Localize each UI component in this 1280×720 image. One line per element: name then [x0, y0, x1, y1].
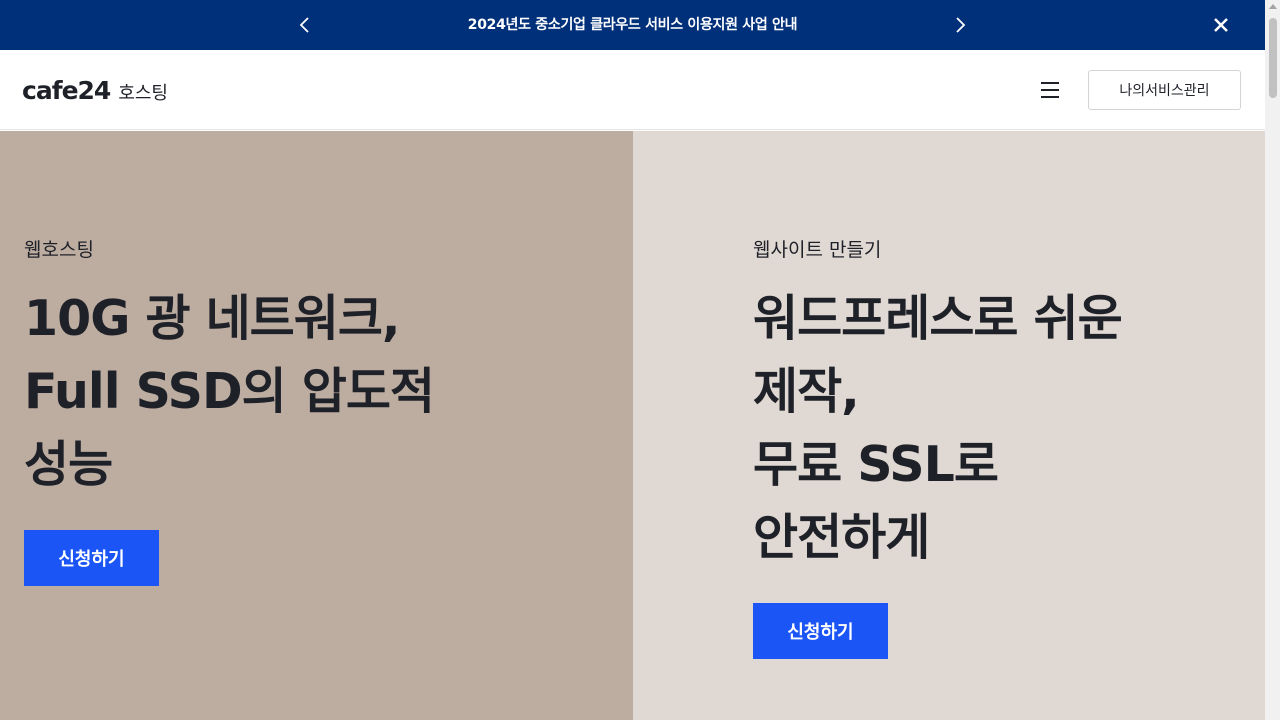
logo-sub-text: 호스팅 — [118, 83, 168, 104]
my-service-button[interactable]: 나의서비스관리 — [1088, 70, 1241, 110]
panel-category: 웹사이트 만들기 — [753, 239, 882, 261]
chevron-right-icon[interactable] — [950, 15, 970, 35]
cafe24-hosting-logo[interactable]: cafe24 호스팅 — [22, 76, 168, 106]
vertical-scrollbar[interactable] — [1265, 0, 1280, 720]
title-line: 제작, — [753, 363, 860, 420]
title-line: 워드프레스로 쉬운 — [753, 290, 1123, 347]
title-line: 무료 SSL로 — [753, 436, 999, 493]
scroll-up-icon[interactable] — [1269, 4, 1277, 9]
panel-title: 워드프레스로 쉬운 제작, 무료 SSL로 안전하게 — [753, 282, 1233, 574]
apply-button[interactable]: 신청하기 — [753, 603, 888, 659]
apply-button[interactable]: 신청하기 — [24, 530, 159, 586]
panel-title: 10G 광 네트워크, Full SSD의 압도적 성능 — [24, 282, 584, 501]
title-line: 안전하게 — [753, 509, 930, 566]
banner-text[interactable]: 2024년도 중소기업 클라우드 서비스 이용지원 사업 안내 — [0, 0, 1265, 50]
website-builder-panel: 웹사이트 만들기 워드프레스로 쉬운 제작, 무료 SSL로 안전하게 신청하기 — [633, 131, 1265, 720]
web-hosting-panel: 웹호스팅 10G 광 네트워크, Full SSD의 압도적 성능 신청하기 — [0, 131, 633, 720]
title-line: 성능 — [24, 436, 113, 493]
logo-mark: cafe24 — [22, 76, 111, 105]
hamburger-menu-icon[interactable] — [1038, 78, 1062, 102]
chevron-left-icon[interactable] — [295, 15, 315, 35]
title-line: Full SSD의 압도적 — [24, 363, 435, 420]
notice-banner: 2024년도 중소기업 클라우드 서비스 이용지원 사업 안내 — [0, 0, 1265, 50]
page: 2024년도 중소기업 클라우드 서비스 이용지원 사업 안내 cafe24 호… — [0, 0, 1265, 720]
close-icon[interactable] — [1210, 14, 1232, 36]
title-line: 10G 광 네트워크, — [24, 290, 401, 347]
site-header: cafe24 호스팅 나의서비스관리 — [0, 50, 1265, 130]
scroll-thumb[interactable] — [1269, 18, 1277, 98]
panel-category: 웹호스팅 — [24, 239, 94, 261]
